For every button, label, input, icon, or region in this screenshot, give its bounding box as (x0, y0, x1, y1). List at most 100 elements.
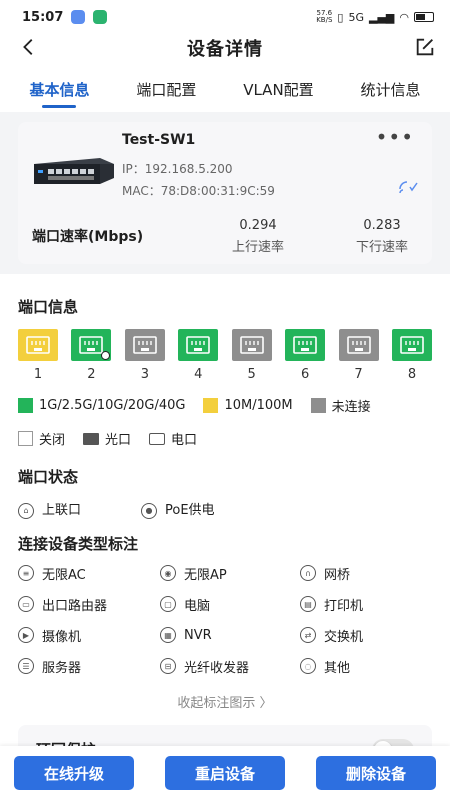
port-number: 7 (354, 367, 363, 382)
legend-disconnected-label: 未连接 (331, 400, 371, 415)
tab-basic-info[interactable]: 基本信息 (29, 79, 89, 106)
signal-icon: ▂▄▆ (369, 10, 395, 24)
online-upgrade-button[interactable]: 在线升级 (14, 756, 134, 790)
network-speed: 57.6 KB/S (316, 9, 333, 24)
uplink-label: 上联口 (42, 503, 82, 518)
port-item[interactable]: 7 (338, 329, 379, 382)
port-item[interactable]: 1 (18, 329, 58, 382)
nvr-icon: ▦ (160, 627, 176, 643)
type-label: 交换机 (324, 629, 364, 645)
type-label: 出口路由器 (42, 598, 108, 614)
port-item[interactable]: 5 (231, 329, 272, 382)
device-name: Test-SW1 (122, 132, 196, 148)
legend-electric-label: 电口 (171, 433, 198, 448)
camera-icon: ▶ (18, 627, 34, 643)
upload-rate-value: 0.294 (239, 218, 277, 233)
port-item[interactable]: 8 (391, 329, 432, 382)
switch-icon: ⇄ (300, 627, 316, 643)
port-state-title: 端口状态 (18, 468, 79, 486)
app-notification-icon (71, 10, 86, 24)
tab-port-config[interactable]: 端口配置 (136, 79, 196, 106)
legend-disconnected-swatch (310, 398, 326, 413)
legend-slow-label: 10M/100M (224, 398, 293, 413)
port-state-legend: ⌂ 上联口 ● PoE供电 (18, 499, 432, 519)
electric-port-icon (149, 432, 166, 445)
server-icon: ☰ (18, 658, 34, 674)
reboot-device-button[interactable]: 重启设备 (165, 756, 285, 790)
port-number: 4 (194, 367, 203, 382)
type-label: 其他 (324, 660, 351, 676)
wireless-ac-icon: ≡ (18, 565, 34, 581)
legend-fast-swatch (18, 398, 33, 413)
type-label: 光纤收发器 (184, 660, 250, 676)
port-rate-label: 端口速率(Mbps) (32, 229, 144, 245)
port-list: 1 2 3 4 5 6 7 8 (18, 329, 432, 382)
vibrate-icon: ▯ (337, 10, 344, 24)
device-type-title: 连接设备类型标注 (18, 534, 139, 553)
poe-icon: ● (141, 502, 158, 519)
port-item[interactable]: 3 (124, 329, 165, 382)
switch-device-image (34, 158, 114, 184)
poe-label: PoE供电 (165, 503, 215, 518)
nav-bar: 设备详情 (0, 34, 450, 62)
status-bar: 15:07 57.6 KB/S ▯ 5G ▂▄▆ ◠ (0, 0, 450, 34)
device-zone: Test-SW1 ••• IP：192.168.5.200 MAC：78:D8:… (0, 112, 450, 274)
tab-statistics[interactable]: 统计信息 (361, 79, 421, 106)
speed-legend: 1G/2.5G/10G/20G/40G 10M/100M 未连接 (18, 396, 432, 415)
download-rate-value: 0.283 (363, 218, 401, 233)
printer-icon: ▤ (300, 596, 316, 612)
type-label: 无限AC (42, 567, 86, 583)
type-label: 摄像机 (42, 629, 82, 645)
network-type: 5G (348, 10, 364, 24)
ethernet-port-icon[interactable] (391, 329, 432, 361)
port-number: 1 (33, 367, 43, 382)
tab-vlan-config[interactable]: VLAN配置 (243, 79, 313, 106)
port-number: 5 (247, 367, 256, 382)
action-bar: 在线升级 重启设备 删除设备 (0, 746, 450, 800)
fiber-port-icon (83, 432, 100, 445)
device-ip: IP：192.168.5.200 (122, 162, 233, 176)
collapse-legend-link[interactable]: 收起标注图示 〉 (18, 692, 432, 711)
wireless-signal-icon (399, 181, 418, 194)
computer-icon: ▢ (160, 596, 176, 612)
bridge-icon: ∩ (300, 565, 316, 581)
edit-icon[interactable] (414, 36, 436, 58)
legend-fiber-label: 光口 (105, 433, 132, 448)
type-label: 服务器 (42, 660, 82, 676)
type-legend: 关闭 光口 电口 (18, 429, 432, 448)
more-options-button[interactable]: ••• (376, 127, 414, 147)
upload-rate-label: 上行速率 (231, 240, 284, 255)
port-item[interactable]: 6 (285, 329, 326, 382)
legend-closed-label: 关闭 (39, 433, 66, 448)
ethernet-port-icon[interactable] (178, 329, 219, 361)
type-label: 电脑 (184, 598, 211, 614)
delete-device-button[interactable]: 删除设备 (316, 756, 436, 790)
battery-icon (414, 12, 434, 22)
device-card: Test-SW1 ••• IP：192.168.5.200 MAC：78:D8:… (18, 122, 432, 264)
legend-fast-label: 1G/2.5G/10G/20G/40G (39, 398, 186, 413)
tab-bar: 基本信息 端口配置 VLAN配置 统计信息 (0, 72, 450, 112)
back-arrow-icon[interactable] (18, 36, 40, 58)
port-number: 8 (407, 367, 417, 382)
port-item[interactable]: 2 (71, 329, 112, 382)
uplink-badge-icon (101, 351, 111, 360)
type-label: NVR (184, 627, 212, 643)
ethernet-port-icon[interactable] (124, 329, 165, 361)
port-number: 2 (87, 367, 96, 382)
legend-closed-swatch (18, 431, 33, 446)
port-item[interactable]: 4 (178, 329, 219, 382)
device-mac: MAC：78:D8:00:31:9C:59 (122, 184, 275, 198)
ethernet-port-icon[interactable] (18, 329, 58, 361)
uplink-icon: ⌂ (18, 502, 34, 519)
ethernet-port-icon[interactable] (71, 329, 112, 361)
wireless-ap-icon: ◉ (160, 565, 176, 581)
ethernet-port-icon[interactable] (338, 329, 379, 361)
fiber-transceiver-icon: ⊟ (160, 658, 176, 674)
app-notification-icon (93, 10, 108, 24)
type-label: 网桥 (324, 567, 351, 583)
legend-slow-swatch (203, 398, 219, 413)
port-info-title: 端口信息 (18, 298, 79, 316)
ethernet-port-icon[interactable] (231, 329, 272, 361)
type-label: 打印机 (324, 598, 364, 614)
ethernet-port-icon[interactable] (285, 329, 326, 361)
